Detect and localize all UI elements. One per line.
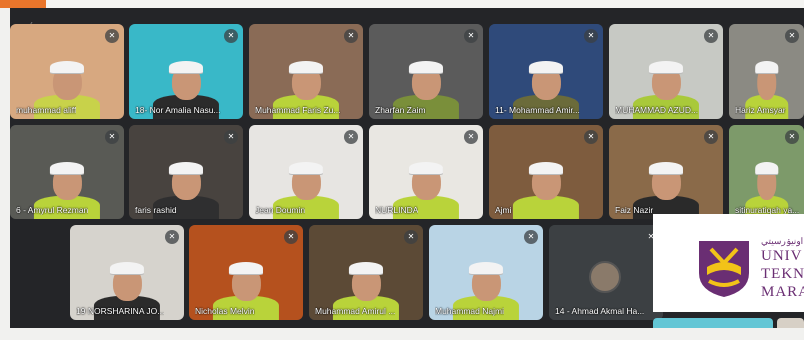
participant-tile[interactable]: ✕ 6 - Amyrul Rezman [10,125,124,219]
logo-line1: UNIV [761,248,803,264]
hard-hat-icon [49,61,85,74]
participant-tile[interactable]: ✕ MUHAMMAD AZUD... [609,24,723,119]
participant-name: 19 NORSHARINA JO... [76,306,165,316]
participant-name: Ajmi [495,205,512,215]
participant-name: Hariz Amsyar [735,105,786,115]
mic-muted-icon: ✕ [704,29,718,43]
mic-muted-icon: ✕ [165,230,179,244]
participant-name: Nicholas Melvin [195,306,255,316]
mic-muted-icon: ✕ [224,29,238,43]
hard-hat-icon [648,161,684,174]
mic-muted-icon: ✕ [344,29,358,43]
participant-tile[interactable]: ✕ NURLINDA [369,125,483,219]
hard-hat-icon [528,161,564,174]
mic-muted-icon: ✕ [524,230,538,244]
mic-muted-icon: ✕ [464,130,478,144]
participant-tile[interactable]: ✕ Zharfan Zaim [369,24,483,119]
participant-name: Muhammad Najmi [435,306,504,316]
hard-hat-icon [109,262,145,275]
participant-video [512,146,580,219]
mic-muted-icon: ✕ [224,130,238,144]
participant-tile-partial[interactable] [653,318,773,328]
participant-tile[interactable]: ✕ Muhammad Najmi [429,225,543,320]
mic-muted-icon: ✕ [105,29,119,43]
hard-hat-icon [288,161,324,174]
mic-muted-icon: ✕ [785,130,799,144]
participant-tile[interactable]: ✕ 19 NORSHARINA JO... [70,225,184,320]
top-accent [0,0,46,8]
participant-tile[interactable]: ✕ 11- Mohammad Amir... [489,24,603,119]
participant-tile[interactable]: ✕ sitinuratiqah ya... [729,125,804,219]
participant-tile[interactable]: ✕ Nicholas Melvin [189,225,303,320]
participant-name: Muhammad Amirul ... [315,306,396,316]
participant-name: NURLINDA [375,205,419,215]
window-top-edge [0,0,804,8]
hard-hat-icon [528,61,564,74]
participant-tile[interactable]: ✕ faris rashid [129,125,243,219]
participant-name: Zharfan Zaim [375,105,426,115]
participant-tile[interactable]: ✕ Hariz Amsyar [729,24,804,119]
window-bottom-edge [0,328,804,340]
hard-hat-icon [648,61,684,74]
participant-name: Faiz Nazir [615,205,654,215]
participant-name: MUHAMMAD AZUD... [615,105,699,115]
mic-muted-icon: ✕ [105,130,119,144]
hard-hat-icon [755,61,778,74]
avatar [589,261,621,293]
logo-line2: TEKN [761,266,804,282]
hard-hat-icon [228,262,264,275]
participant-name: muhammad aliff [16,105,77,115]
hard-hat-icon [408,61,444,74]
logo-line3: MARA [761,284,804,300]
mic-muted-icon: ✕ [584,29,598,43]
participant-name: Muhammad Faris Zu... [255,105,341,115]
mic-muted-icon: ✕ [284,230,298,244]
participant-tile[interactable]: ✕ Muhammad Amirul ... [309,225,423,320]
participant-tile[interactable]: ✕ 14 - Ahmad Akmal Ha... [549,225,663,320]
participant-name: 14 - Ahmad Akmal Ha... [555,306,645,316]
mic-muted-icon: ✕ [344,130,358,144]
hard-hat-icon [755,161,778,174]
participant-tile[interactable]: ✕ Muhammad Faris Zu... [249,24,363,119]
participant-name: faris rashid [135,205,177,215]
participant-tile[interactable]: ✕ Faiz Nazir [609,125,723,219]
participant-name: 6 - Amyrul Rezman [16,205,89,215]
participant-name: Jean Doumin [255,205,306,215]
university-logo-card: اونيۏرسيتي UNIV TEKN MARA [653,214,804,312]
mic-muted-icon: ✕ [785,29,799,43]
hard-hat-icon [168,161,204,174]
hard-hat-icon [408,161,444,174]
participant-name: 11- Mohammad Amir... [495,105,580,115]
participant-tile[interactable]: ✕ muhammad aliff [10,24,124,119]
mic-muted-icon: ✕ [404,230,418,244]
window-left-edge [0,8,10,340]
hard-hat-icon [49,161,85,174]
participant-tile[interactable]: ✕ 18- Nor Amalia Nasu... [129,24,243,119]
hard-hat-icon [168,61,204,74]
mic-muted-icon: ✕ [464,29,478,43]
hard-hat-icon [288,61,324,74]
participant-tile-partial-2[interactable] [777,318,804,328]
mic-muted-icon: ✕ [584,130,598,144]
hard-hat-icon [468,262,504,275]
mic-muted-icon: ✕ [704,130,718,144]
university-crest-icon [699,241,749,297]
logo-script-text: اونيۏرسيتي [761,236,804,246]
participant-tile[interactable]: ✕ Jean Doumin [249,125,363,219]
hard-hat-icon [348,262,384,275]
participant-name: 18- Nor Amalia Nasu... [135,105,221,115]
participant-tile[interactable]: ✕ Ajmi [489,125,603,219]
